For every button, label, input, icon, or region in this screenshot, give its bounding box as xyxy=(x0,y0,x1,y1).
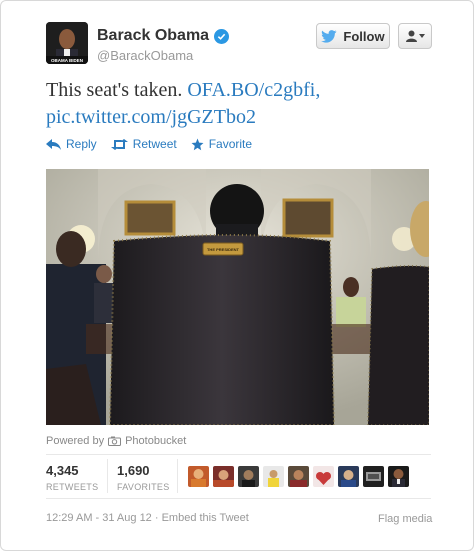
handle[interactable]: @BarackObama xyxy=(97,48,193,63)
divider xyxy=(46,454,431,455)
chair-plaque: THE PRESIDENT xyxy=(207,247,240,252)
reply-label: Reply xyxy=(66,137,97,151)
camera-icon xyxy=(108,436,122,446)
tweet-photo[interactable]: THE PRESIDENT xyxy=(46,169,429,425)
tweet-footer: 12:29 AM - 31 Aug 12 · Embed this Tweet xyxy=(46,512,249,524)
photo-image: THE PRESIDENT xyxy=(46,169,429,425)
divider xyxy=(46,498,431,499)
retweet-action[interactable]: Retweet xyxy=(110,137,177,151)
favorites-stat[interactable]: 1,690 FAVORITES xyxy=(117,463,170,492)
user-actions-dropdown-button[interactable] xyxy=(398,23,432,49)
verified-badge-icon xyxy=(214,28,230,44)
retweets-count: 4,345 xyxy=(46,463,79,478)
stat-divider xyxy=(177,459,178,493)
reply-action[interactable]: Reply xyxy=(46,137,97,151)
retweets-stat[interactable]: 4,345 RETWEETS xyxy=(46,463,98,492)
user-avatar[interactable] xyxy=(213,466,234,487)
user-avatar[interactable] xyxy=(313,466,334,487)
caret-down-icon xyxy=(418,34,425,38)
user-avatar[interactable] xyxy=(263,466,284,487)
star-icon xyxy=(191,138,204,150)
tweet-actions: Reply Retweet Favorite xyxy=(46,137,252,151)
user-avatar[interactable] xyxy=(188,466,209,487)
flag-media-link[interactable]: Flag media xyxy=(378,513,432,525)
follow-label: Follow xyxy=(343,28,385,44)
tweet-body: This seat's taken. xyxy=(46,79,183,101)
short-link[interactable]: OFA.BO/c2gbfi, xyxy=(187,79,320,101)
pic-link[interactable]: pic.twitter.com/jgGZTbo2 xyxy=(46,106,256,128)
retweet-label: Retweet xyxy=(132,137,177,151)
user-avatar[interactable] xyxy=(388,466,409,487)
user-avatar[interactable] xyxy=(238,466,259,487)
powered-by: Powered by Photobucket xyxy=(46,435,186,447)
display-name[interactable]: Barack Obama xyxy=(97,27,230,45)
favorites-count: 1,690 xyxy=(117,463,150,478)
tweet-card: OBAMA BIDEN Barack Obama @BarackObama Fo… xyxy=(0,0,474,551)
avatar-image: OBAMA BIDEN xyxy=(46,22,88,64)
user-avatar[interactable] xyxy=(363,466,384,487)
powered-by-prefix: Powered by xyxy=(46,435,105,447)
timestamp-link[interactable]: 12:29 AM - 31 Aug 12 xyxy=(46,512,152,524)
favoriter-avatars xyxy=(188,466,409,487)
stat-divider xyxy=(107,459,108,493)
tweet-text: This seat's taken. OFA.BO/c2gbfi, pic.tw… xyxy=(46,77,446,131)
reply-icon xyxy=(46,138,61,150)
user-avatar[interactable] xyxy=(338,466,359,487)
footer-separator: · xyxy=(151,512,162,524)
photobucket-link[interactable]: Photobucket xyxy=(125,435,186,447)
user-icon xyxy=(405,30,417,42)
favorite-label: Favorite xyxy=(208,137,253,151)
favorites-label: FAVORITES xyxy=(117,482,170,492)
twitter-bird-icon xyxy=(321,29,337,43)
display-name-text: Barack Obama xyxy=(97,27,210,44)
retweet-icon xyxy=(110,138,128,150)
avatar-caption: OBAMA BIDEN xyxy=(51,58,83,63)
avatar[interactable]: OBAMA BIDEN xyxy=(46,22,88,64)
follow-button[interactable]: Follow xyxy=(316,23,390,49)
embed-tweet-link[interactable]: Embed this Tweet xyxy=(162,512,249,524)
user-avatar[interactable] xyxy=(288,466,309,487)
favorite-action[interactable]: Favorite xyxy=(191,137,252,151)
retweets-label: RETWEETS xyxy=(46,482,99,492)
